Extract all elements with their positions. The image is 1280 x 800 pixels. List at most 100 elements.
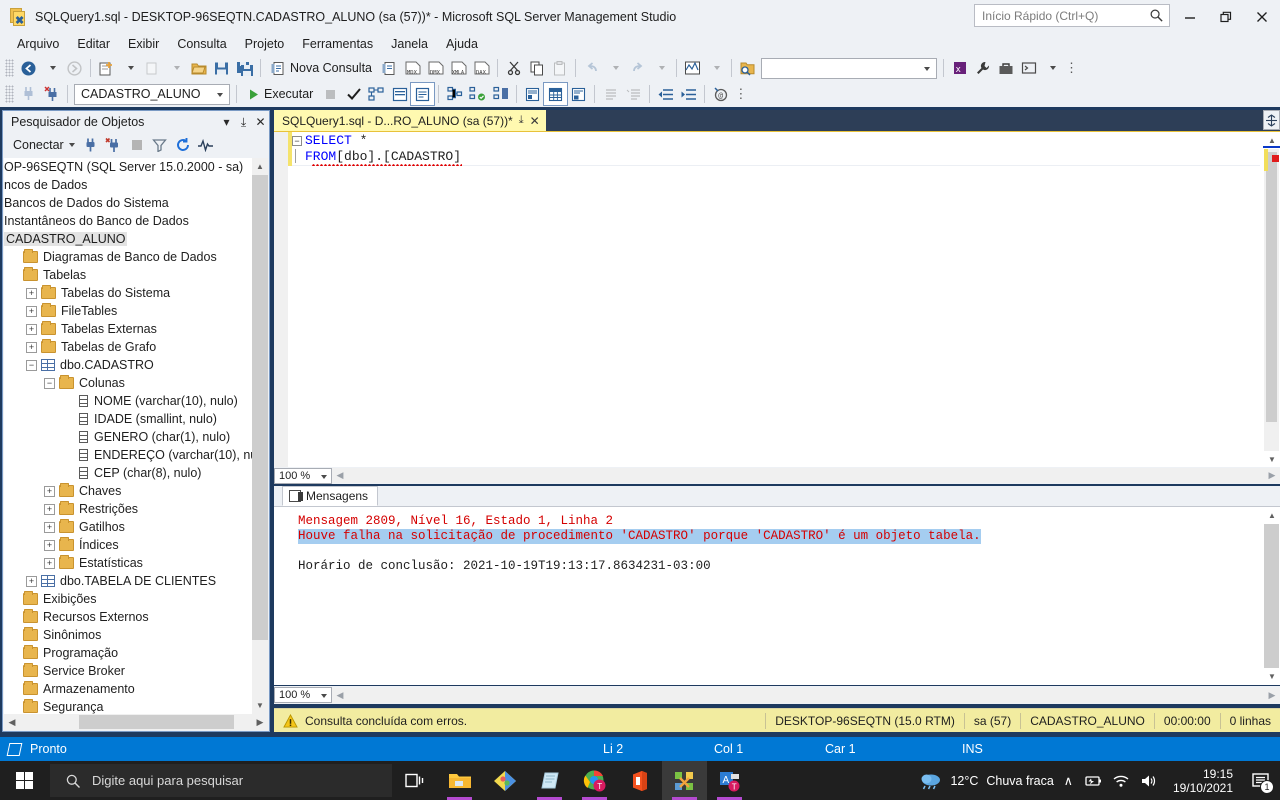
sql-editor[interactable]: − SELECT * FROM [dbo].[CADASTRO] ▲ ▼ — [274, 110, 1280, 468]
redo-dropdown-icon[interactable] — [649, 57, 672, 79]
tree-node[interactable]: Diagramas de Banco de Dados — [4, 248, 268, 266]
paste-icon[interactable] — [548, 57, 571, 79]
tree-node[interactable]: + Índices — [4, 536, 268, 554]
new-project-icon[interactable] — [95, 57, 118, 79]
editor-split-button[interactable] — [1263, 110, 1280, 130]
execute-button[interactable]: Executar — [241, 83, 319, 105]
parse-check-icon[interactable] — [342, 83, 365, 105]
refresh-icon[interactable] — [172, 135, 194, 155]
results-hscrollbar[interactable]: ◀ ▶ — [332, 687, 1280, 703]
weather-widget[interactable]: 12°C Chuva fraca — [913, 761, 1058, 800]
comment-lines-icon[interactable] — [599, 83, 622, 105]
tab-sqlquery1[interactable]: SQLQuery1.sql - D...RO_ALUNO (sa (57))* … — [274, 110, 546, 131]
toolbar-grip[interactable] — [5, 59, 14, 77]
tree-node[interactable]: Segurança — [4, 698, 268, 714]
start-button[interactable] — [0, 761, 48, 800]
save-icon[interactable] — [210, 57, 233, 79]
tree-node[interactable]: Programação — [4, 644, 268, 662]
close-button[interactable] — [1244, 0, 1280, 33]
close-tab-icon[interactable]: ✕ — [530, 114, 540, 128]
decrease-indent-icon[interactable] — [654, 83, 677, 105]
undo-icon[interactable] — [580, 57, 603, 79]
tree-node[interactable]: + Tabelas do Sistema — [4, 284, 268, 302]
tree-node[interactable]: IDADE (smallint, nulo) — [4, 410, 268, 428]
notifications-icon[interactable]: 1 — [1242, 761, 1280, 800]
disconnect-plug-icon[interactable] — [40, 83, 63, 105]
results-scroll-right-icon[interactable]: ▶ — [1264, 690, 1280, 701]
battery-charging-icon[interactable] — [1078, 761, 1107, 800]
maximize-restore-button[interactable] — [1208, 0, 1244, 33]
wrench-icon[interactable] — [971, 57, 994, 79]
new-query-db-icon[interactable] — [378, 57, 401, 79]
object-explorer-hscrollbar[interactable]: ◀ ▶ — [4, 714, 268, 730]
tree-node[interactable]: + Restrições — [4, 500, 268, 518]
redo-icon[interactable] — [626, 57, 649, 79]
results-vscroll-thumb[interactable] — [1264, 524, 1279, 668]
sql-server-management-studio-icon[interactable] — [662, 761, 707, 800]
menu-editar[interactable]: Editar — [68, 35, 119, 53]
include-actual-plan-icon[interactable] — [443, 83, 466, 105]
database-selector[interactable]: CADASTRO_ALUNO — [74, 83, 230, 105]
tree-node[interactable]: Sinônimos — [4, 626, 268, 644]
undo-dropdown-icon[interactable] — [603, 57, 626, 79]
query-options-icon[interactable] — [388, 83, 411, 105]
taskbar-search[interactable]: Digite aqui para pesquisar — [50, 764, 392, 797]
tree-node[interactable]: ENDEREÇO (varchar(10), nulo) — [4, 446, 268, 464]
toolbar-grip-2[interactable] — [5, 85, 14, 103]
expand-node-icon[interactable]: + — [26, 575, 37, 587]
new-dax-query-icon[interactable]: DAX — [470, 57, 493, 79]
disconnect-plug-icon[interactable] — [103, 135, 125, 155]
toolbar-overflow-icon[interactable]: ⋮ — [1065, 60, 1078, 76]
tree-node[interactable]: Recursos Externos — [4, 608, 268, 626]
tree-node[interactable]: Exibições — [4, 590, 268, 608]
menu-arquivo[interactable]: Arquivo — [8, 35, 68, 53]
scroll-down-icon[interactable]: ▼ — [252, 697, 268, 714]
tree-node[interactable]: − Colunas — [4, 374, 268, 392]
new-mdx-query-icon[interactable]: MDX — [401, 57, 424, 79]
results-to-file-icon[interactable] — [567, 83, 590, 105]
navigate-backward-dropdown-icon[interactable] — [40, 57, 63, 79]
editor-scroll-left-icon[interactable]: ◀ — [332, 470, 348, 481]
auto-hide-pin-icon[interactable]: ⤓ — [235, 113, 252, 131]
taskbar-clock[interactable]: 19:15 19/10/2021 — [1164, 767, 1242, 795]
collapse-node-icon[interactable]: − — [26, 359, 37, 371]
toolbar-overflow-icon-2[interactable]: ⋮ — [734, 86, 747, 102]
activity-monitor-icon[interactable] — [195, 135, 217, 155]
tree-node[interactable]: CADASTRO_ALUNO — [4, 230, 268, 248]
pin-tab-icon[interactable]: ⤓ — [519, 114, 524, 127]
editor-scroll-right-icon[interactable]: ▶ — [1264, 470, 1280, 481]
tree-node[interactable]: + Gatilhos — [4, 518, 268, 536]
object-explorer-vscrollbar[interactable]: ▲ ▼ — [252, 158, 268, 714]
command-prompt-icon[interactable] — [1017, 57, 1040, 79]
new-dmx-query-icon[interactable]: DMX — [424, 57, 447, 79]
wifi-icon[interactable] — [1107, 761, 1135, 800]
new-query-button[interactable]: Nova Consulta — [265, 57, 378, 79]
activity-monitor-dropdown-icon[interactable] — [704, 57, 727, 79]
save-all-icon[interactable] — [233, 57, 256, 79]
expand-node-icon[interactable]: + — [44, 521, 55, 533]
cut-icon[interactable] — [502, 57, 525, 79]
scroll-up-icon[interactable]: ▲ — [252, 158, 268, 175]
expand-node-icon[interactable]: + — [44, 557, 55, 569]
notepad-icon[interactable] — [527, 761, 572, 800]
file-explorer-icon[interactable] — [437, 761, 482, 800]
messages-output[interactable]: Mensagem 2809, Nível 16, Estado 1, Linha… — [274, 507, 1280, 685]
menu-projeto[interactable]: Projeto — [236, 35, 294, 53]
minimize-button[interactable] — [1172, 0, 1208, 33]
expand-node-icon[interactable]: + — [26, 323, 37, 335]
find-combo[interactable] — [761, 57, 937, 79]
results-scroll-left-icon[interactable]: ◀ — [332, 690, 348, 701]
tree-node[interactable]: Instantâneos do Banco de Dados — [4, 212, 268, 230]
show-hidden-icons-chevron-icon[interactable]: ∧ — [1059, 761, 1078, 800]
menu-ferramentas[interactable]: Ferramentas — [293, 35, 382, 53]
new-xmla-query-icon[interactable]: XMLA — [447, 57, 470, 79]
sql-server-tools-icon[interactable]: x — [948, 57, 971, 79]
expand-node-icon[interactable]: + — [26, 305, 37, 317]
increase-indent-icon[interactable] — [677, 83, 700, 105]
tree-node[interactable]: − dbo.CADASTRO — [4, 356, 268, 374]
uncomment-lines-icon[interactable] — [622, 83, 645, 105]
menu-ajuda[interactable]: Ajuda — [437, 35, 487, 53]
results-to-grid-icon[interactable] — [543, 82, 569, 106]
speaker-icon[interactable] — [1135, 761, 1164, 800]
editor-scroll-down-icon[interactable]: ▼ — [1264, 451, 1280, 468]
